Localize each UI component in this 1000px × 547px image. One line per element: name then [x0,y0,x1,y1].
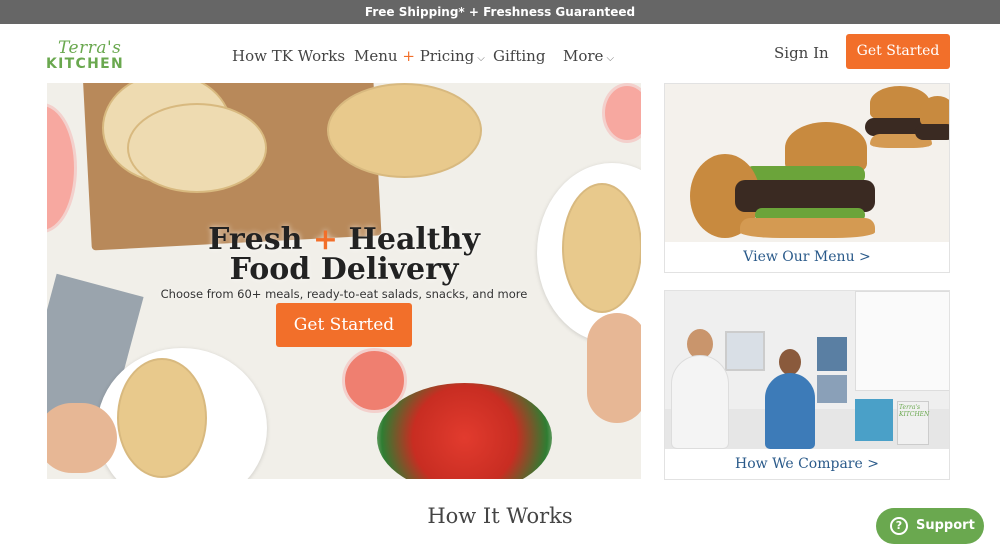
how-it-works-heading: How It Works [427,504,573,528]
promo-text: Free Shipping* + Freshness Guaranteed [364,5,636,19]
nav-gifting[interactable]: Gifting [493,47,545,65]
kitchen-people-image: Terra's KITCHEN [665,291,949,449]
help-icon: ? [890,517,908,535]
header-get-started-button[interactable]: Get Started [846,34,950,69]
logo[interactable]: Terra's KITCHEN [46,38,138,74]
hero-subtitle: Choose from 60+ meals, ready-to-eat sala… [160,287,528,301]
hand-image [47,403,117,473]
logo-caps: KITCHEN [46,56,124,72]
site-header: Terra's KITCHEN How TK Works Menu + Pric… [0,24,1000,82]
logo-script: Terra's [58,38,122,58]
nav-menu-pricing[interactable]: Menu + Pricing ⌵ [354,47,485,65]
hero-title: Fresh + Healthy Food Delivery [47,225,641,285]
taco-image [327,83,482,178]
nav-more-label: More [563,47,604,65]
hero-get-started-button[interactable]: Get Started [276,303,412,347]
chevron-down-icon: ⌵ [477,53,485,64]
nav-more[interactable]: More ⌵ [563,47,614,65]
hero-banner: Fresh + Healthy Food Delivery Choose fro… [47,83,641,479]
chevron-down-icon: ⌵ [606,53,615,64]
taco-image [117,358,207,478]
nav-pricing-label: Pricing [419,47,475,65]
drink-glass-image [342,348,407,413]
promo-bar: Free Shipping* + Freshness Guaranteed [0,0,1000,24]
nav-plus: + [402,47,415,65]
support-label: Support [916,518,975,533]
nav-gifting-label: Gifting [493,47,546,65]
menu-card[interactable]: View Our Menu > [664,83,950,273]
drink-glass-image [602,83,641,143]
burger-image [665,84,949,242]
hand-image [587,313,641,423]
compare-card[interactable]: Terra's KITCHEN How We Compare > [664,290,950,480]
support-button[interactable]: ? Support [876,508,984,544]
hero-title-line2: Food Delivery [229,252,459,287]
salsa-bowl-image [377,383,552,479]
watermelon-bowl-image [47,103,77,233]
tortilla-image [127,103,267,193]
terras-kitchen-sign: Terra's KITCHEN [899,404,930,418]
nav-menu-label: Menu [354,47,398,65]
view-menu-link[interactable]: View Our Menu > [665,242,949,272]
how-we-compare-link[interactable]: How We Compare > [665,449,949,479]
nav-how-label: How TK Works [232,47,346,65]
sign-in-link[interactable]: Sign In [774,44,829,62]
nav-how-tk-works[interactable]: How TK Works [232,47,345,65]
